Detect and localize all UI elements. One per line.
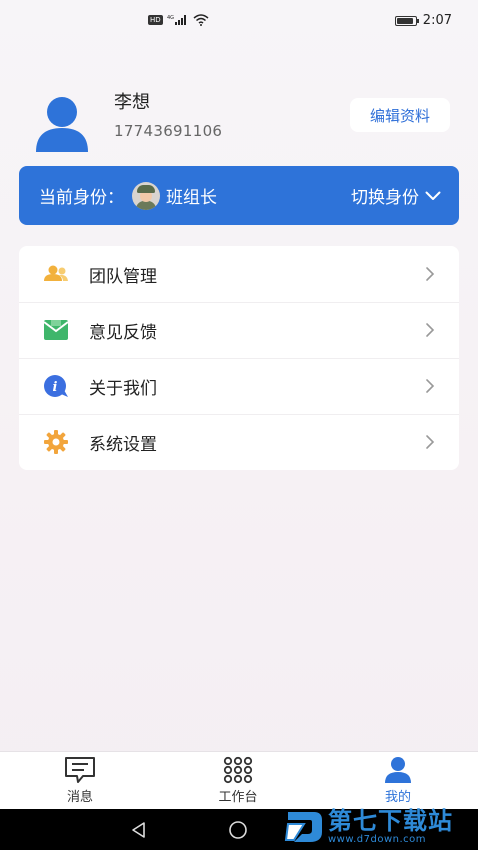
tab-workbench-label: 工作台 (218, 790, 258, 805)
switch-identity-label: 切换身份 (351, 188, 419, 208)
tab-messages-label: 消息 (66, 790, 93, 805)
tab-workbench[interactable]: 工作台 (198, 756, 278, 808)
svg-text:4G: 4G (167, 15, 174, 21)
menu-label-settings: 系统设置 (89, 434, 157, 455)
menu-card: 团队管理 意见反馈 i 关于我们 系统设置 (19, 246, 459, 470)
menu-item-feedback[interactable]: 意见反馈 (19, 302, 459, 358)
chevron-right-icon (426, 379, 435, 393)
clock: 2:07 (422, 13, 452, 28)
user-phone: 17743691106 (114, 122, 223, 140)
hd-badge: HD (148, 15, 163, 25)
identity-prefix: 当前身份： (39, 188, 124, 208)
team-icon (43, 261, 69, 287)
menu-label-feedback: 意见反馈 (89, 322, 157, 343)
info-bubble-icon: i (43, 373, 69, 399)
message-icon (65, 757, 95, 783)
menu-item-team-management[interactable]: 团队管理 (19, 246, 459, 302)
avatar[interactable] (24, 92, 96, 154)
status-right: 2:07 (394, 13, 452, 28)
tab-mine[interactable]: 我的 (358, 756, 438, 808)
chevron-right-icon (426, 267, 435, 281)
battery-icon (394, 15, 419, 26)
gear-icon (43, 429, 69, 455)
watermark-text: 第七下载站 www.d7down.com (328, 808, 453, 845)
back-icon[interactable] (130, 821, 148, 839)
menu-item-settings[interactable]: 系统设置 (19, 414, 459, 470)
watermark-logo-icon (284, 812, 322, 842)
grid-dots-icon (223, 756, 253, 784)
home-icon[interactable] (228, 820, 248, 840)
signal-icon: 4G (167, 15, 186, 25)
menu-item-about-us[interactable]: i 关于我们 (19, 358, 459, 414)
menu-label-team: 团队管理 (89, 266, 157, 287)
battery-fill (396, 17, 413, 24)
profile-header: 李想 17743691106 编辑资料 (24, 82, 454, 154)
svg-text:i: i (53, 380, 58, 395)
current-role: 班组长 (166, 188, 217, 208)
watermark-title: 第七下载站 (328, 806, 453, 835)
menu-label-about: 关于我们 (89, 378, 157, 399)
network-indicator: HD 4G (148, 14, 209, 26)
switch-identity-button[interactable]: 切换身份 (351, 183, 441, 208)
identity-bar: 当前身份： 班组长 切换身份 (19, 166, 459, 225)
user-name: 李想 (114, 92, 150, 113)
tab-messages[interactable]: 消息 (40, 756, 120, 808)
bottom-nav: 消息 工作台 我的 (0, 751, 478, 809)
wifi-icon (193, 14, 209, 26)
chevron-down-icon (425, 191, 441, 200)
status-bar: HD 4G 2:07 (0, 0, 478, 42)
feedback-mail-icon (43, 317, 69, 343)
watermark: 第七下载站 www.d7down.com (284, 802, 478, 850)
edit-profile-button[interactable]: 编辑资料 (350, 98, 450, 132)
chevron-right-icon (426, 435, 435, 449)
role-avatar (132, 181, 160, 210)
watermark-url: www.d7down.com (328, 833, 427, 845)
chevron-right-icon (426, 323, 435, 337)
person-icon (385, 757, 411, 783)
